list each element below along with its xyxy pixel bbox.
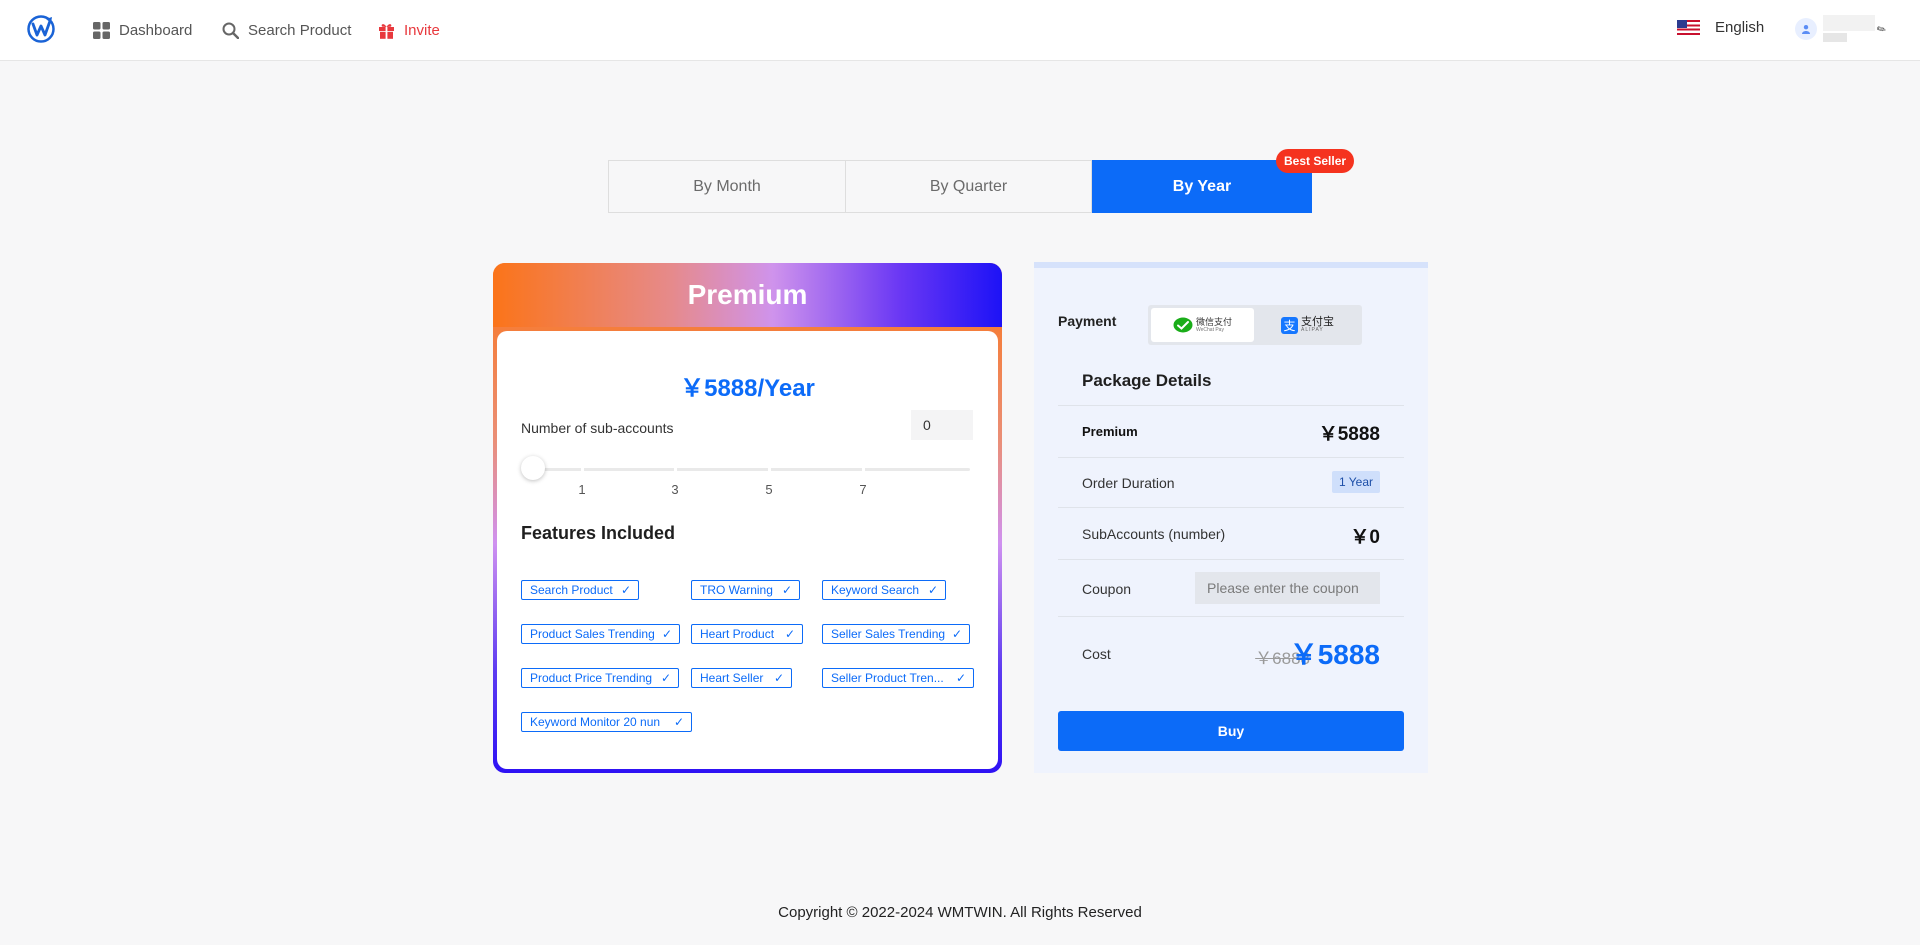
check-icon: ✓ bbox=[661, 627, 672, 641]
nav-dashboard[interactable]: Dashboard bbox=[93, 19, 192, 41]
payment-label: Payment bbox=[1058, 313, 1117, 329]
user-icon bbox=[1802, 25, 1810, 34]
slider-tick bbox=[581, 468, 584, 471]
coupon-label: Coupon bbox=[1082, 581, 1132, 597]
feature-tag-label: Seller Product Tren... bbox=[831, 671, 944, 685]
feature-tag: Heart Seller ✓ bbox=[691, 668, 792, 688]
feature-tag-label: Keyword Monitor 20 nun bbox=[530, 715, 661, 729]
dashboard-grid-icon bbox=[93, 21, 110, 39]
tab-by-quarter[interactable]: By Quarter bbox=[846, 160, 1092, 213]
nav-dashboard-label: Dashboard bbox=[119, 21, 193, 39]
alipay-en: ALIPAY bbox=[1301, 327, 1324, 333]
footer-copyright: Copyright © 2022-2024 WMTWIN. All Rights… bbox=[778, 904, 1142, 921]
package-row-duration: Order Duration 1 Year bbox=[1058, 457, 1404, 507]
user-name-redacted bbox=[1823, 15, 1875, 43]
top-navbar: Dashboard Search Product Invite English bbox=[0, 0, 1920, 61]
nav-search-product[interactable]: Search Product bbox=[222, 19, 351, 41]
package-row-premium: Premium ￥5888 bbox=[1058, 405, 1404, 457]
slider-tick bbox=[674, 468, 677, 471]
package-row-subaccounts: SubAccounts (number) ￥0 bbox=[1058, 507, 1404, 559]
package-row-coupon: Coupon bbox=[1058, 559, 1404, 616]
check-icon: ✓ bbox=[660, 671, 671, 685]
check-icon: ✓ bbox=[620, 583, 631, 597]
buy-button[interactable]: Buy bbox=[1058, 711, 1404, 751]
premium-price: ￥5888 bbox=[1318, 424, 1380, 445]
plan-title: Premium bbox=[493, 263, 1002, 327]
feature-tag-label: Heart Product bbox=[700, 627, 775, 641]
feature-tag: Product Price Trending ✓ bbox=[521, 668, 679, 688]
wechat-pay-en: WeChat Pay bbox=[1195, 326, 1224, 333]
plan-price: ￥5888/Year bbox=[680, 375, 815, 402]
tab-by-month[interactable]: By Month bbox=[608, 160, 846, 213]
package-details-title: Package Details bbox=[1082, 371, 1212, 390]
feature-tag-label: Seller Sales Trending bbox=[831, 627, 946, 641]
check-icon: ✓ bbox=[784, 627, 795, 641]
svg-text:支: 支 bbox=[1283, 319, 1295, 333]
slider-mark: 5 bbox=[765, 482, 773, 497]
subaccounts-label: Number of sub-accounts bbox=[521, 420, 674, 436]
wechat-pay-cn: 微信支付 bbox=[1195, 316, 1232, 327]
feature-tag: Search Product ✓ bbox=[521, 580, 639, 600]
payment-panel: Payment 微信支付 WeChat Pay 支 支付宝 ALIPAY Pac… bbox=[1034, 262, 1428, 773]
order-duration-label: Order Duration bbox=[1082, 475, 1175, 491]
final-cost: ￥5888 bbox=[1289, 639, 1380, 670]
subaccounts-slider-handle[interactable] bbox=[521, 456, 545, 480]
slider-mark: 7 bbox=[859, 482, 867, 497]
feature-tag-label: Product Sales Trending bbox=[530, 627, 655, 641]
feature-tag: TRO Warning ✓ bbox=[691, 580, 800, 600]
subaccounts-slider-track[interactable] bbox=[535, 468, 970, 471]
caret-icon: ✎ bbox=[1874, 21, 1889, 37]
cost-label: Cost bbox=[1082, 646, 1111, 662]
nav-invite-label: Invite bbox=[404, 21, 440, 39]
plan-card: Premium ￥5888/Year Number of sub-account… bbox=[493, 263, 1002, 773]
feature-tag-label: Product Price Trending bbox=[530, 671, 653, 685]
coupon-input[interactable] bbox=[1195, 572, 1380, 604]
slider-tick bbox=[768, 468, 771, 471]
check-icon: ✓ bbox=[951, 627, 962, 641]
wmtwin-logo-icon[interactable] bbox=[25, 12, 57, 44]
wechat-pay-option[interactable]: 微信支付 WeChat Pay bbox=[1151, 308, 1254, 342]
feature-tag: Keyword Search ✓ bbox=[822, 580, 946, 600]
subaccounts-price: ￥0 bbox=[1350, 527, 1380, 548]
check-icon: ✓ bbox=[927, 583, 938, 597]
slider-mark: 1 bbox=[578, 482, 586, 497]
feature-tag: Seller Sales Trending ✓ bbox=[822, 624, 970, 644]
check-icon: ✓ bbox=[955, 671, 966, 685]
wechat-pay-icon bbox=[1173, 317, 1193, 332]
slider-tick bbox=[862, 468, 865, 471]
feature-tag-label: Heart Seller bbox=[700, 671, 764, 685]
subaccounts-number-label: SubAccounts (number) bbox=[1082, 526, 1226, 542]
slider-mark: 3 bbox=[671, 482, 679, 497]
check-icon: ✓ bbox=[773, 671, 784, 685]
us-flag-icon bbox=[1677, 20, 1700, 35]
order-duration-badge: 1 Year bbox=[1332, 471, 1380, 493]
premium-label: Premium bbox=[1082, 424, 1138, 439]
avatar bbox=[1795, 18, 1817, 40]
feature-tag: Seller Product Tren... ✓ bbox=[822, 668, 974, 688]
nav-invite[interactable]: Invite bbox=[378, 19, 440, 41]
subaccounts-number-input[interactable] bbox=[911, 410, 973, 440]
alipay-icon: 支 bbox=[1281, 316, 1298, 334]
language-selector[interactable]: English bbox=[1677, 19, 1764, 36]
feature-tag-label: Keyword Search bbox=[831, 583, 920, 597]
search-icon bbox=[222, 22, 239, 39]
check-icon: ✓ bbox=[781, 583, 792, 597]
feature-tag-label: Search Product bbox=[530, 583, 613, 597]
user-menu[interactable]: ✎ bbox=[1795, 15, 1889, 43]
feature-tag: Heart Product ✓ bbox=[691, 624, 803, 644]
payment-method-selector: 微信支付 WeChat Pay 支 支付宝 ALIPAY bbox=[1148, 305, 1362, 345]
best-seller-badge: Best Seller bbox=[1276, 149, 1355, 173]
gift-icon bbox=[379, 23, 394, 39]
nav-search-product-label: Search Product bbox=[248, 21, 352, 39]
feature-tag: Product Sales Trending ✓ bbox=[521, 624, 680, 644]
plan-body: ￥5888/Year Number of sub-accounts 1 3 5 … bbox=[497, 331, 998, 769]
language-label: English bbox=[1715, 19, 1765, 36]
feature-tag: Keyword Monitor 20 nun ✓ bbox=[521, 712, 692, 732]
billing-period-tabs: By Month By Quarter By Year bbox=[608, 160, 1312, 213]
alipay-option[interactable]: 支 支付宝 ALIPAY bbox=[1256, 308, 1359, 342]
feature-tag-label: TRO Warning bbox=[700, 583, 773, 597]
features-title: Features Included bbox=[521, 523, 676, 543]
check-icon: ✓ bbox=[673, 715, 684, 729]
package-row-cost: Cost ￥6888 ￥5888 bbox=[1058, 616, 1404, 688]
